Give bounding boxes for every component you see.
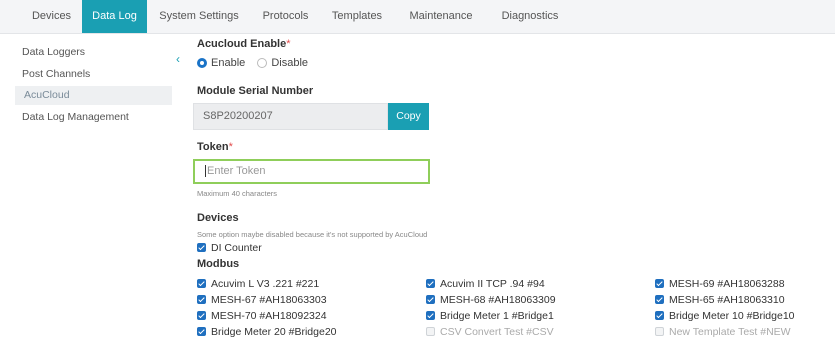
device-checkbox[interactable]: Bridge Meter 20 #Bridge20	[197, 326, 337, 338]
required-mark: *	[228, 141, 233, 153]
checkbox-unchecked-icon	[426, 326, 435, 336]
tab-protocols[interactable]: Protocols	[253, 0, 318, 33]
checkbox-checked-icon[interactable]	[655, 294, 664, 304]
token-label-text: Token	[197, 141, 229, 153]
device-label: MESH-65 #AH18063310	[669, 294, 785, 306]
device-checkbox[interactable]: MESH-68 #AH18063309	[426, 294, 556, 306]
modbus-label: Modbus	[197, 258, 240, 270]
required-mark: *	[286, 38, 291, 50]
tab-data-log[interactable]: Data Log	[82, 0, 147, 33]
token-label: Token*	[197, 141, 233, 153]
token-placeholder: Enter Token	[207, 165, 266, 177]
device-label: Bridge Meter 1 #Bridge1	[440, 310, 554, 322]
enable-radio[interactable]	[197, 58, 207, 69]
checkbox-unchecked-icon	[655, 326, 664, 336]
device-checkbox[interactable]: MESH-65 #AH18063310	[655, 294, 785, 306]
device-checkbox[interactable]: Bridge Meter 10 #Bridge10	[655, 310, 795, 322]
sidebar-item-data-loggers[interactable]: Data Loggers	[22, 46, 85, 58]
disable-radio[interactable]	[257, 58, 268, 69]
device-label: New Template Test #NEW	[669, 326, 791, 338]
devices-label: Devices	[197, 212, 239, 224]
device-checkbox[interactable]: MESH-69 #AH18063288	[655, 278, 785, 290]
device-label: MESH-68 #AH18063309	[440, 294, 556, 306]
checkbox-checked-icon[interactable]	[197, 326, 206, 336]
device-checkbox[interactable]: Acuvim L V3 .221 #221	[197, 278, 319, 290]
serial-number-field: S8P20200207	[193, 103, 388, 130]
device-label: Acuvim L V3 .221 #221	[211, 278, 320, 290]
sidebar-item-acucloud[interactable]: AcuCloud	[15, 86, 172, 105]
top-nav: Devices Data Log System Settings Protoco…	[0, 0, 835, 34]
token-input[interactable]: Enter Token	[193, 159, 430, 184]
device-label: Bridge Meter 10 #Bridge10	[669, 310, 795, 322]
di-counter-label: DI Counter	[211, 242, 262, 254]
copy-button[interactable]: Copy	[388, 103, 429, 130]
serial-number-label: Module Serial Number	[197, 85, 314, 97]
device-checkbox[interactable]: Bridge Meter 1 #Bridge1	[426, 310, 554, 322]
checkbox-checked-icon[interactable]	[426, 310, 435, 320]
di-counter-checkbox[interactable]: DI Counter	[197, 242, 262, 254]
device-label: CSV Convert Test #CSV	[440, 326, 554, 338]
token-hint: Maximum 40 characters	[197, 189, 278, 198]
device-checkbox[interactable]: MESH-67 #AH18063303	[197, 294, 327, 306]
device-label: Acuvim II TCP .94 #94	[440, 278, 545, 290]
checkbox-checked-icon[interactable]	[197, 242, 206, 252]
acucloud-enable-radio-group: Enable Disable	[197, 57, 317, 73]
device-label: Bridge Meter 20 #Bridge20	[211, 326, 337, 338]
tab-devices[interactable]: Devices	[13, 0, 90, 33]
sidebar: Data Loggers Post Channels AcuCloud Data…	[0, 34, 184, 341]
checkbox-checked-icon[interactable]	[197, 294, 206, 304]
checkbox-checked-icon[interactable]	[655, 278, 664, 288]
checkbox-checked-icon[interactable]	[197, 278, 206, 288]
tab-maintenance[interactable]: Maintenance	[399, 0, 483, 33]
device-label: MESH-69 #AH18063288	[669, 278, 785, 290]
text-caret	[205, 165, 206, 178]
device-label: MESH-67 #AH18063303	[211, 294, 327, 306]
checkbox-checked-icon[interactable]	[655, 310, 664, 320]
enable-radio-label[interactable]: Enable	[211, 57, 245, 69]
tab-templates[interactable]: Templates	[324, 0, 390, 33]
checkbox-checked-icon[interactable]	[197, 310, 206, 320]
devices-note: Some option maybe disabled because it's …	[197, 230, 428, 239]
device-checkbox-disabled: CSV Convert Test #CSV	[426, 326, 554, 338]
device-checkbox[interactable]: Acuvim II TCP .94 #94	[426, 278, 545, 290]
tab-system-settings[interactable]: System Settings	[151, 0, 247, 33]
device-checkbox[interactable]: MESH-70 #AH18092324	[197, 310, 327, 322]
sidebar-item-post-channels[interactable]: Post Channels	[22, 68, 90, 80]
device-checkbox-disabled: New Template Test #NEW	[655, 326, 791, 338]
tab-diagnostics[interactable]: Diagnostics	[490, 0, 570, 33]
acucloud-enable-text: Acucloud Enable	[197, 38, 287, 50]
main-content: Acucloud Enable* Enable Disable Module S…	[185, 34, 835, 341]
checkbox-checked-icon[interactable]	[426, 278, 435, 288]
sidebar-item-data-log-management[interactable]: Data Log Management	[22, 111, 129, 123]
checkbox-checked-icon[interactable]	[426, 294, 435, 304]
disable-radio-label[interactable]: Disable	[271, 57, 308, 69]
acucloud-enable-label: Acucloud Enable*	[197, 38, 291, 50]
device-label: MESH-70 #AH18092324	[211, 310, 327, 322]
